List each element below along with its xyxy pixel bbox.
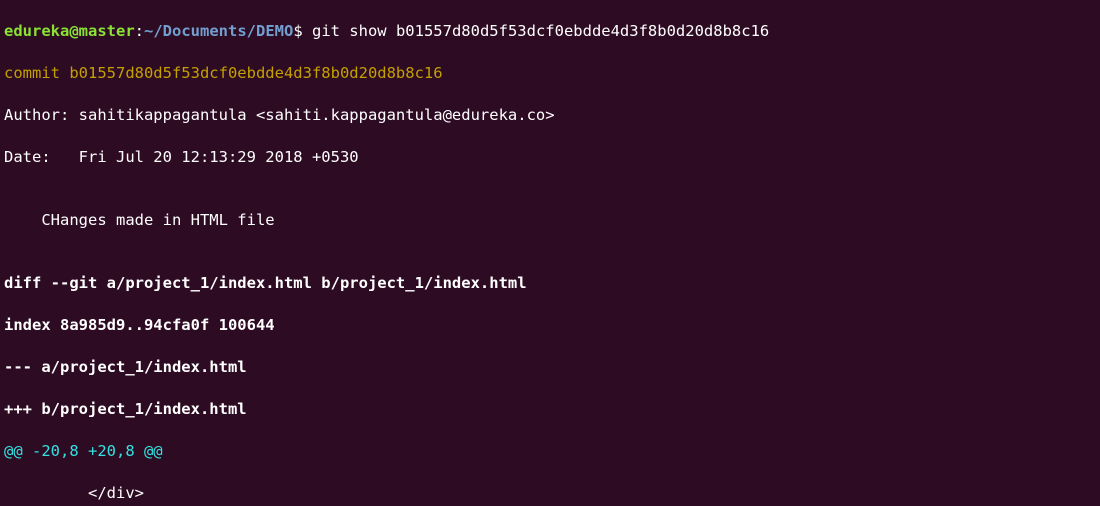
- context-line: </div>: [4, 483, 1096, 504]
- diff-index: index 8a985d9..94cfa0f 100644: [4, 315, 1096, 336]
- commit-message: CHanges made in HTML file: [4, 210, 1096, 231]
- user-host: edureka@master: [4, 22, 135, 40]
- command-text: git show b01557d80d5f53dcf0ebdde4d3f8b0d…: [312, 22, 769, 40]
- diff-header: diff --git a/project_1/index.html b/proj…: [4, 273, 1096, 294]
- hunk-header: @@ -20,8 +20,8 @@: [4, 441, 1096, 462]
- author-line: Author: sahitikappagantula <sahiti.kappa…: [4, 105, 1096, 126]
- colon: :: [135, 22, 144, 40]
- cwd-path: ~/Documents/DEMO: [144, 22, 293, 40]
- diff-file-a: --- a/project_1/index.html: [4, 357, 1096, 378]
- prompt-marker: $: [293, 22, 312, 40]
- commit-hash-line: commit b01557d80d5f53dcf0ebdde4d3f8b0d20…: [4, 63, 1096, 84]
- date-line: Date: Fri Jul 20 12:13:29 2018 +0530: [4, 147, 1096, 168]
- prompt-line[interactable]: edureka@master:~/Documents/DEMO$ git sho…: [4, 21, 1096, 42]
- diff-file-b: +++ b/project_1/index.html: [4, 399, 1096, 420]
- terminal-output[interactable]: edureka@master:~/Documents/DEMO$ git sho…: [0, 0, 1100, 506]
